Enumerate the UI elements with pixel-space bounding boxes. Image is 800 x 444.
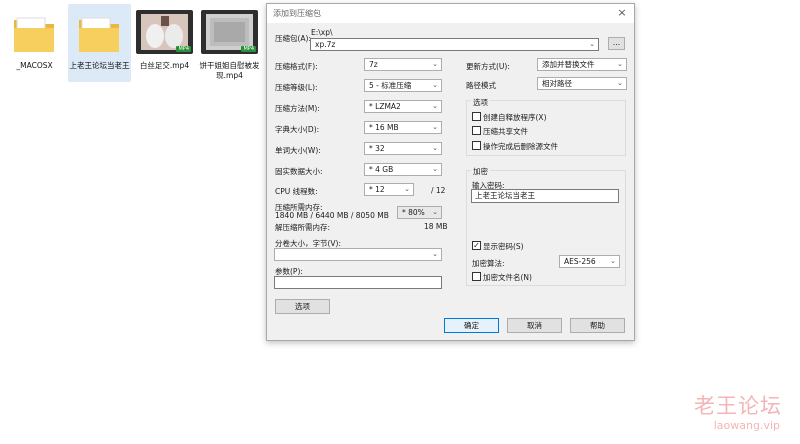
method-select[interactable]: * LZMA2 ⌄: [364, 100, 442, 113]
word-label: 单词大小(W):: [275, 146, 321, 155]
options-group-title: 选项: [471, 97, 490, 108]
desktop-item-video-1[interactable]: MP4 白丝足交.mp4: [133, 4, 196, 82]
dialog-title: 添加到压缩包: [273, 9, 321, 18]
browse-button[interactable]: ...: [608, 37, 625, 50]
level-select[interactable]: 5 - 标准压缩 ⌄: [364, 79, 442, 92]
mp4-badge: MP4: [176, 46, 191, 52]
show-password-checkbox[interactable]: ✓: [472, 241, 481, 250]
chevron-down-icon: ⌄: [432, 102, 438, 110]
sfx-checkbox[interactable]: [472, 112, 481, 121]
folder-icon: [79, 17, 119, 52]
desktop-item-macosx[interactable]: _MACOSX: [3, 4, 66, 82]
cpu-label: CPU 线程数:: [275, 187, 318, 196]
memory-detail: 1840 MB / 6440 MB / 8050 MB: [275, 211, 389, 220]
desktop-item-label: 白丝足交.mp4: [139, 61, 190, 70]
chevron-down-icon: ⌄: [432, 60, 438, 68]
video-thumbnail: MP4: [136, 10, 193, 54]
chevron-down-icon: ⌄: [404, 185, 410, 193]
cpu-select[interactable]: * 12 ⌄: [364, 183, 414, 196]
desktop-item-video-2[interactable]: MP4 饼干姐姐自慰被发现.mp4: [198, 4, 261, 82]
chevron-down-icon: ⌄: [432, 123, 438, 131]
archive-label: 压缩包(A):: [275, 34, 312, 43]
solid-label: 固实数据大小:: [275, 167, 323, 176]
encryption-method-select[interactable]: AES-256 ⌄: [559, 255, 620, 268]
show-password-label: 显示密码(S): [483, 242, 524, 251]
shared-files-checkbox[interactable]: [472, 126, 481, 135]
dict-label: 字典大小(D):: [275, 125, 320, 134]
chevron-down-icon: ⌄: [432, 250, 438, 258]
dict-select[interactable]: * 16 MB ⌄: [364, 121, 442, 134]
watermark-url: laowang.vip: [713, 419, 780, 432]
memory-select[interactable]: * 80% ⌄: [397, 206, 442, 219]
mp4-badge: MP4: [241, 46, 256, 52]
help-button[interactable]: 帮助: [570, 318, 625, 333]
params-input[interactable]: [274, 276, 442, 289]
decompress-memory-label: 解压缩所需内存:: [275, 223, 331, 232]
desktop-item-folder-laowang[interactable]: 上老王论坛当老王: [68, 4, 131, 82]
watermark-title: 老王论坛: [694, 394, 782, 418]
password-input[interactable]: 上老王论坛当老王: [471, 189, 619, 203]
chevron-down-icon: ⌄: [432, 81, 438, 89]
delete-after-checkbox[interactable]: [472, 141, 481, 150]
ok-button[interactable]: 确定: [444, 318, 499, 333]
folder-icon: [14, 17, 54, 52]
chevron-down-icon: ⌄: [432, 165, 438, 173]
format-select[interactable]: 7z ⌄: [364, 58, 442, 71]
path-mode-label: 路径模式: [466, 81, 496, 90]
method-label: 压缩方法(M):: [275, 104, 320, 113]
chevron-down-icon: ⌄: [617, 60, 623, 68]
archive-path: E:\xp\: [311, 28, 333, 37]
chevron-down-icon: ⌄: [432, 208, 438, 216]
chevron-down-icon: ⌄: [610, 257, 616, 265]
word-select[interactable]: * 32 ⌄: [364, 142, 442, 155]
decompress-memory-value: 18 MB: [424, 222, 448, 231]
encrypt-names-label: 加密文件名(N): [483, 273, 532, 282]
chevron-down-icon: ⌄: [589, 40, 595, 48]
cancel-button[interactable]: 取消: [507, 318, 562, 333]
desktop-item-label: 上老王论坛当老王: [69, 61, 130, 70]
options-button[interactable]: 选项: [275, 299, 330, 314]
split-select[interactable]: ⌄: [274, 248, 442, 261]
path-mode-select[interactable]: 相对路径 ⌄: [537, 77, 627, 90]
encrypt-names-checkbox[interactable]: [472, 272, 481, 281]
title-bar: 添加到压缩包 ×: [267, 4, 634, 23]
video-thumbnail: MP4: [201, 10, 258, 54]
update-label: 更新方式(U):: [466, 62, 510, 71]
video-frame-icon: [141, 14, 188, 50]
cpu-max: / 12: [431, 186, 446, 195]
close-icon[interactable]: ×: [616, 6, 628, 19]
desktop-item-label: 饼干姐姐自慰被发现.mp4: [199, 61, 260, 80]
delete-after-label: 操作完成后删除源文件: [483, 142, 558, 151]
format-label: 压缩格式(F):: [275, 62, 318, 71]
level-label: 压缩等级(L):: [275, 83, 318, 92]
video-frame-icon: [206, 14, 253, 50]
chevron-down-icon: ⌄: [617, 79, 623, 87]
encryption-method-label: 加密算法:: [472, 259, 505, 268]
archive-name-input[interactable]: xp.7z ⌄: [310, 38, 599, 51]
add-to-archive-dialog: 添加到压缩包 × 压缩包(A): E:\xp\ xp.7z ⌄ ... 压缩格式…: [266, 3, 635, 341]
update-select[interactable]: 添加并替换文件 ⌄: [537, 58, 627, 71]
shared-files-label: 压缩共享文件: [483, 127, 528, 136]
desktop-item-label: _MACOSX: [16, 61, 53, 70]
solid-select[interactable]: * 4 GB ⌄: [364, 163, 442, 176]
encryption-group-title: 加密: [471, 166, 490, 177]
sfx-label: 创建自释放程序(X): [483, 113, 547, 122]
chevron-down-icon: ⌄: [432, 144, 438, 152]
